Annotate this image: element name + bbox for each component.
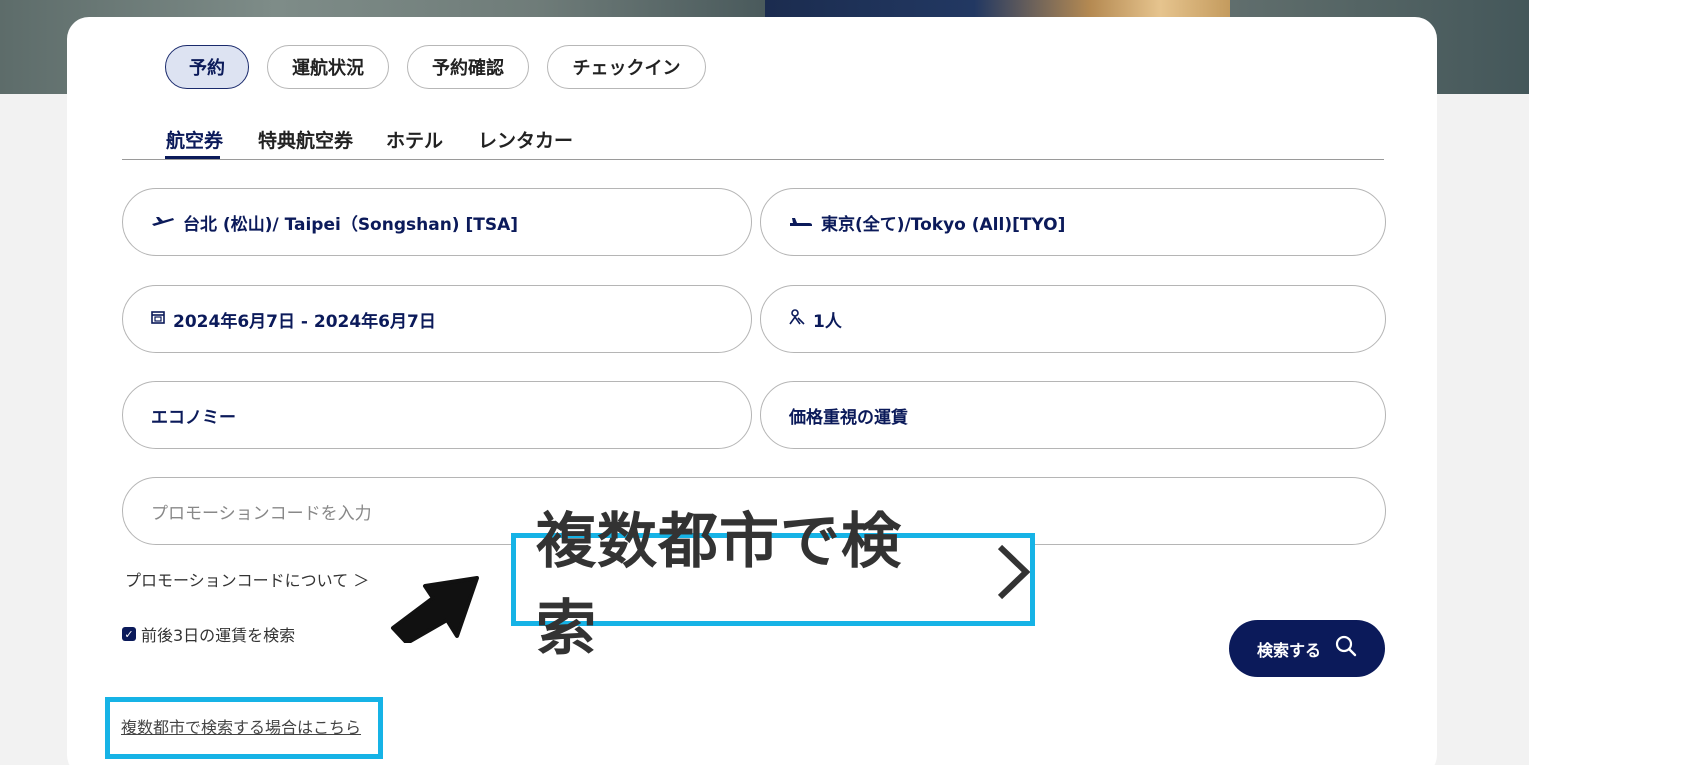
annotation-arrow-icon [391, 576, 479, 643]
origin-value: 台北 (松山)/ Taipei（Songshan) [TSA] [183, 214, 519, 235]
callout-text: 複数都市で検索 [536, 506, 902, 664]
subtab-hotel[interactable]: ホテル [386, 126, 443, 153]
date-value: 2024年6月7日 - 2024年6月7日 [173, 311, 436, 332]
fare-type-field[interactable]: 価格重視の運賃 [760, 381, 1386, 449]
magnifier-icon [1335, 635, 1357, 663]
flexible-dates-label: 前後3日の運賃を検索 [141, 626, 296, 645]
tab-flight-status[interactable]: 運航状況 [267, 45, 389, 89]
date-field[interactable]: 2024年6月7日 - 2024年6月7日 [122, 285, 752, 353]
chevron-right-icon [996, 543, 1031, 616]
tab-check-in[interactable]: チェックイン [547, 45, 706, 89]
passenger-value: 1人 [813, 311, 842, 332]
promo-info-link[interactable]: プロモーションコードについて ＞ [125, 567, 369, 591]
checkbox-checked-icon: ✓ [122, 627, 136, 641]
search-button-label: 検索する [1256, 642, 1321, 660]
person-icon [789, 308, 805, 330]
origin-field[interactable]: 台北 (松山)/ Taipei（Songshan) [TSA] [122, 188, 752, 256]
destination-field[interactable]: 東京(全て)/Tokyo (All)[TYO] [760, 188, 1386, 256]
multi-city-callout: 複数都市で検索 [511, 507, 1035, 664]
tab-reservation-check[interactable]: 予約確認 [407, 45, 529, 89]
plane-takeoff-icon [151, 212, 175, 232]
plane-landing-icon [789, 212, 813, 232]
destination-value: 東京(全て)/Tokyo (All)[TYO] [821, 214, 1066, 235]
tab-reservation[interactable]: 予約 [165, 45, 249, 89]
multi-city-search-link[interactable]: 複数都市で検索する場合はこちら [121, 714, 361, 738]
cabin-class-value: エコノミー [151, 407, 236, 428]
flexible-dates-checkbox[interactable]: ✓ 前後3日の運賃を検索 [122, 622, 295, 646]
fare-type-value: 価格重視の運賃 [789, 407, 908, 428]
cabin-class-field[interactable]: エコノミー [122, 381, 752, 449]
tab-divider [122, 159, 1384, 160]
search-button[interactable]: 検索する [1229, 620, 1385, 677]
subtab-rental-car[interactable]: レンタカー [478, 126, 573, 153]
subtab-award-ticket[interactable]: 特典航空券 [258, 126, 353, 153]
calendar-icon [151, 309, 165, 329]
passenger-field[interactable]: 1人 [760, 285, 1386, 353]
subtab-air-ticket[interactable]: 航空券 [166, 126, 223, 153]
promo-code-placeholder: プロモーションコードを入力 [151, 503, 372, 524]
